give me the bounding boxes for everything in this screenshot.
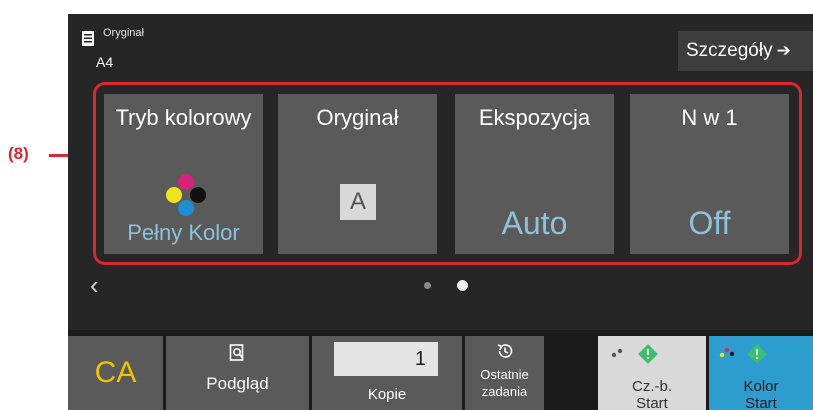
color-start-label-line1: Kolor: [743, 378, 779, 395]
color-start-label-line2: Start: [745, 395, 777, 410]
bw-start-label-line1: Cz.-b.: [631, 378, 672, 395]
color-dots-icon: [166, 174, 206, 216]
original-size: A4: [96, 54, 114, 70]
copier-screen: Oryginał A4 Szczegóły ➔ Tryb kolorowy Pe…: [68, 14, 813, 410]
recent-jobs-label-line2: zadania: [481, 384, 528, 399]
page-indicator-2[interactable]: [457, 280, 468, 291]
details-button[interactable]: Szczegóły ➔: [678, 31, 813, 71]
tile-n-in-1[interactable]: N w 1 Off: [630, 94, 789, 254]
copies-button[interactable]: 1 Kopie: [312, 336, 462, 410]
bw-start-button[interactable]: Cz.-b. Start: [598, 336, 706, 410]
bw-start-label-line2: Start: [636, 395, 668, 410]
tile-n-in-1-value: Off: [688, 205, 731, 241]
tile-exposure[interactable]: Ekspozycja Auto: [455, 94, 614, 254]
recent-jobs-button[interactable]: Ostatnie zadania: [465, 336, 544, 410]
bw-start-label: Cz.-b. Start: [598, 378, 706, 410]
tile-original[interactable]: Oryginał A: [278, 94, 437, 254]
original-a-icon: A: [340, 184, 376, 220]
chevron-left-icon[interactable]: ‹: [90, 270, 99, 301]
preview-label: Podgląd: [206, 374, 269, 393]
arrow-right-icon: ➔: [776, 41, 791, 60]
original-title: Oryginał: [103, 27, 144, 39]
tile-color-mode-label: Tryb kolorowy: [115, 105, 252, 130]
callout-label: (8): [8, 144, 29, 163]
color-start-icon: [719, 344, 767, 364]
page-indicator-1[interactable]: [424, 282, 431, 289]
tile-original-label: Oryginał: [316, 105, 399, 130]
preview-icon: [229, 344, 244, 361]
preview-button[interactable]: Podgląd: [166, 336, 309, 410]
copies-label: Kopie: [367, 386, 407, 403]
history-icon: [497, 344, 513, 358]
bw-start-icon: [611, 344, 658, 364]
tile-exposure-label: Ekspozycja: [478, 105, 591, 130]
details-label: Szczegóły: [686, 40, 773, 61]
color-start-button[interactable]: Kolor Start: [709, 336, 813, 410]
tile-color-mode[interactable]: Tryb kolorowy Pełny Kolor: [104, 94, 263, 254]
tile-color-mode-value: Pełny Kolor: [127, 220, 240, 245]
tile-n-in-1-label: N w 1: [681, 105, 738, 130]
color-start-label: Kolor Start: [709, 378, 813, 410]
recent-jobs-label-line1: Ostatnie: [480, 367, 529, 382]
recent-jobs-label: Ostatnie zadania: [465, 366, 544, 400]
document-icon: [82, 31, 94, 46]
tile-exposure-value: Auto: [501, 205, 568, 241]
copies-field[interactable]: 1: [334, 342, 438, 376]
clear-all-button[interactable]: CA: [68, 336, 163, 410]
